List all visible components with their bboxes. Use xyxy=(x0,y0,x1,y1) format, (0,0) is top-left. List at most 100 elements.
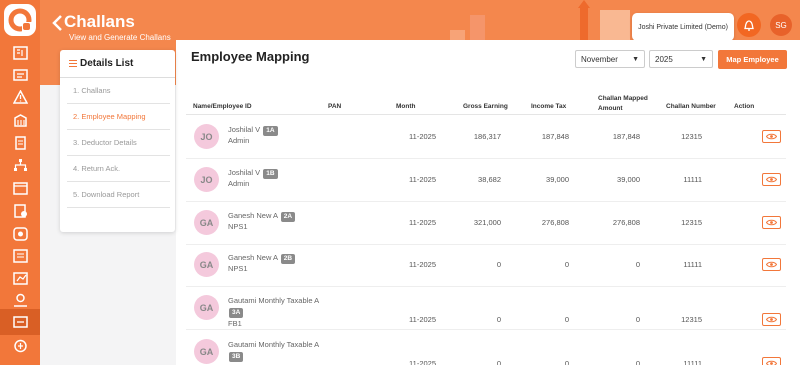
employee-group: FB1 xyxy=(228,319,242,328)
income-tax-cell: 276,808 xyxy=(541,218,569,227)
app-logo-icon[interactable] xyxy=(3,3,37,37)
view-button[interactable] xyxy=(762,258,781,271)
calendar-icon[interactable] xyxy=(10,178,30,198)
details-item-challans[interactable]: 1. Challans xyxy=(67,78,170,104)
table-row: GA Ganesh New A 2A NPS1 11-2025 321,000 276,8… xyxy=(186,201,786,245)
employee-avatar: GA xyxy=(194,339,219,364)
income-tax-cell: 0 xyxy=(564,260,569,269)
employee-name: Ganesh New A 2A xyxy=(228,210,328,222)
employee-name: Joshilal V 1A xyxy=(228,124,328,136)
income-tax-cell: 0 xyxy=(564,315,569,324)
user-avatar[interactable]: SG xyxy=(770,14,792,36)
org-chart-icon[interactable] xyxy=(10,155,30,175)
month-cell: 11-2025 xyxy=(409,132,436,141)
employee-id-badge: 1A xyxy=(263,126,278,136)
employee-name-text: Joshilal V xyxy=(228,125,261,134)
column-header-action: Action xyxy=(734,103,755,110)
challan-mapped-amount-cell: 0 xyxy=(635,359,640,365)
view-button[interactable] xyxy=(762,173,781,186)
column-header-gross: Gross Earning xyxy=(463,103,508,110)
dashboard-icon[interactable] xyxy=(10,43,30,63)
page-header-subtitle: View and Generate Challans xyxy=(69,33,171,42)
chevron-down-icon: ▼ xyxy=(700,55,707,63)
employee-name-text: Gautami Monthly Taxable A xyxy=(228,340,319,349)
employee-avatar: GA xyxy=(194,295,219,320)
column-header-name: Name/Employee ID xyxy=(193,103,252,110)
building-icon[interactable] xyxy=(10,110,30,130)
challan-icon[interactable] xyxy=(0,309,40,335)
eye-icon xyxy=(766,176,777,183)
month-cell: 11-2025 xyxy=(409,260,436,269)
table-row: GA Gautami Monthly Taxable A 3A FB1 11-2025… xyxy=(186,286,786,330)
employee-mapping-panel: Employee Mapping November ▼ 2025 ▼ Map E… xyxy=(176,40,800,365)
column-header-mapped: Challan Mapped Amount xyxy=(598,95,648,112)
challan-number-cell: 11111 xyxy=(683,359,702,365)
year-select[interactable]: 2025 ▼ xyxy=(649,50,713,68)
month-select-value: November xyxy=(581,54,618,64)
column-header-month: Month xyxy=(396,103,416,110)
employee-name: Gautami Monthly Taxable A 3B xyxy=(228,339,328,362)
income-tax-cell: 187,848 xyxy=(541,132,569,141)
notification-bell-icon[interactable] xyxy=(737,13,761,37)
gross-earning-cell: 38,682 xyxy=(478,175,501,184)
details-item-download-report[interactable]: 5. Download Report xyxy=(67,182,170,208)
document-icon[interactable] xyxy=(10,133,30,153)
challan-mapped-amount-cell: 39,000 xyxy=(617,175,640,184)
employee-id-badge: 3A xyxy=(229,308,244,318)
payslip-icon[interactable] xyxy=(10,246,30,266)
view-button[interactable] xyxy=(762,130,781,143)
challan-number-cell: 12315 xyxy=(681,218,702,227)
tax-icon[interactable] xyxy=(10,268,30,288)
details-item-return-ack[interactable]: 4. Return Ack. xyxy=(67,156,170,182)
employee-name-text: Joshilal V xyxy=(228,168,261,177)
column-header-pan: PAN xyxy=(328,103,342,110)
details-list-card: Details List 1. Challans 2. Employee Map… xyxy=(60,50,175,232)
company-selector[interactable]: Joshi Private Limited (Demo) xyxy=(632,13,734,41)
column-header-challan-number: Challan Number xyxy=(666,103,716,110)
employee-id-badge: 2A xyxy=(280,212,296,222)
alert-icon[interactable] xyxy=(10,87,30,107)
challan-mapped-amount-cell: 276,808 xyxy=(612,218,640,227)
income-tax-cell: 0 xyxy=(564,359,569,365)
eye-icon xyxy=(766,316,777,323)
challan-number-cell: 11111 xyxy=(683,260,702,269)
gross-earning-cell: 0 xyxy=(496,260,501,269)
view-button[interactable] xyxy=(762,357,781,365)
employees-icon[interactable] xyxy=(10,65,30,85)
month-cell: 11-2025 xyxy=(409,218,436,227)
details-list-title: Details List xyxy=(80,58,134,69)
eye-icon xyxy=(766,261,777,268)
details-item-deductor-details[interactable]: 3. Deductor Details xyxy=(67,130,170,156)
details-list-header: Details List xyxy=(60,50,175,78)
month-cell: 11-2025 xyxy=(409,175,436,184)
map-employee-button[interactable]: Map Employee xyxy=(718,50,787,69)
employee-id-badge: 2B xyxy=(280,254,296,264)
employee-avatar: GA xyxy=(194,210,219,235)
payroll-icon[interactable] xyxy=(10,201,30,221)
hand-money-icon[interactable] xyxy=(10,290,30,310)
menu-icon xyxy=(69,58,77,69)
eye-icon xyxy=(766,219,777,226)
challan-number-cell: 12315 xyxy=(681,315,702,324)
column-header-tax: Income Tax xyxy=(531,103,567,110)
employee-name: Joshilal V 1B xyxy=(228,167,328,179)
employee-name: Gautami Monthly Taxable A 3A xyxy=(228,295,328,318)
settings-icon[interactable] xyxy=(10,224,30,244)
table-row: JO Joshilal V 1A Admin 11-2025 186,317 187,84… xyxy=(186,115,786,159)
month-select[interactable]: November ▼ xyxy=(575,50,645,68)
view-button[interactable] xyxy=(762,313,781,326)
report-icon[interactable] xyxy=(10,336,30,356)
employee-name-text: Ganesh New A xyxy=(228,211,278,220)
employee-avatar: JO xyxy=(194,124,219,149)
panel-title: Employee Mapping xyxy=(191,49,310,64)
employee-group: Admin xyxy=(228,179,250,188)
table-row: JO Joshilal V 1B Admin 11-2025 38,682 39,000 3… xyxy=(186,158,786,202)
challan-number-cell: 11111 xyxy=(683,175,702,184)
view-button[interactable] xyxy=(762,216,781,229)
employee-name-text: Ganesh New A xyxy=(228,253,278,262)
challan-number-cell: 12315 xyxy=(681,132,702,141)
details-item-employee-mapping[interactable]: 2. Employee Mapping xyxy=(67,104,170,130)
employee-name: Ganesh New A 2B xyxy=(228,252,328,264)
year-select-value: 2025 xyxy=(655,54,673,64)
employee-id-badge: 1B xyxy=(263,169,278,179)
